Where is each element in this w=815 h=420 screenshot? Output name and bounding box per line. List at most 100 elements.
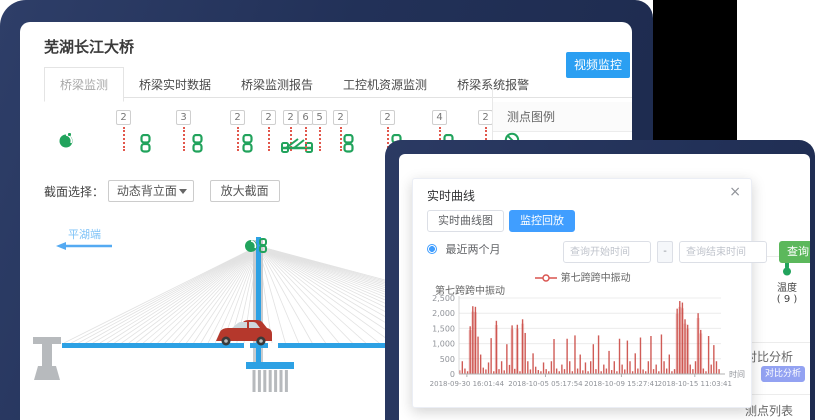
bar bbox=[637, 369, 638, 374]
query-end-input[interactable] bbox=[679, 241, 767, 263]
desktop: 芜湖长江大桥 桥梁监测桥梁实时数据桥梁监测报告工控机资源监测桥梁系统报警 视频监… bbox=[0, 0, 815, 420]
dialog-tab-0[interactable]: 实时曲线图 bbox=[427, 210, 504, 232]
bar bbox=[640, 338, 641, 374]
y-tick-label: 1,000 bbox=[432, 340, 455, 349]
close-icon[interactable]: × bbox=[729, 184, 741, 200]
bar bbox=[556, 369, 557, 374]
dialog-tab-1[interactable]: 监控回放 bbox=[509, 210, 575, 232]
bar bbox=[666, 369, 667, 374]
chain-icon[interactable] bbox=[343, 134, 354, 157]
compare-analysis-button[interactable]: 对比分析 bbox=[761, 366, 805, 382]
y-tick-label: 0 bbox=[450, 370, 455, 379]
query-row: 最近两个月 - 查询 bbox=[427, 241, 739, 263]
bar bbox=[535, 367, 536, 374]
bar bbox=[585, 362, 586, 374]
bar bbox=[593, 344, 594, 374]
legend-panel-title: 测点图例 bbox=[493, 102, 632, 132]
radio-label: 最近两个月 bbox=[446, 243, 501, 256]
bar bbox=[551, 361, 552, 374]
bar bbox=[522, 319, 523, 374]
sensor-count-badge: 2 bbox=[230, 110, 245, 125]
bar bbox=[517, 325, 518, 374]
bar bbox=[464, 369, 465, 374]
bar bbox=[679, 301, 680, 374]
popup-page: 测点图例 温度 ( 9 ) 对比分析 对比分析 测点列表 实时曲线 × 实时曲线… bbox=[399, 154, 810, 420]
section-controls: 截面选择： 动态背立面 放大截面 bbox=[44, 180, 280, 204]
legend-label: 第七跨跨中振动 bbox=[561, 273, 631, 284]
bar bbox=[656, 365, 657, 374]
bar bbox=[700, 330, 701, 374]
query-start-input[interactable] bbox=[563, 241, 651, 263]
temperature-count: ( 9 ) bbox=[765, 294, 809, 305]
bar bbox=[553, 339, 554, 374]
direction-arrow-head bbox=[56, 242, 66, 250]
tab-0[interactable]: 桥梁监测 bbox=[44, 67, 124, 102]
sensor-dash-line bbox=[319, 127, 321, 151]
point-list-header: 测点列表 bbox=[745, 398, 793, 420]
bar bbox=[511, 325, 512, 374]
bar bbox=[504, 370, 505, 374]
enlarge-section-button[interactable]: 放大截面 bbox=[210, 180, 280, 202]
temperature-legend[interactable]: 温度 ( 9 ) bbox=[765, 258, 809, 305]
bar bbox=[472, 306, 473, 374]
bar bbox=[569, 361, 570, 374]
bar bbox=[653, 369, 654, 374]
tab-1[interactable]: 桥梁实时数据 bbox=[124, 68, 226, 101]
bar bbox=[488, 362, 489, 374]
x-tick-label: 2018-10-05 05:17:54 bbox=[508, 380, 583, 388]
bar bbox=[619, 339, 620, 374]
bar bbox=[642, 369, 643, 374]
bar bbox=[501, 361, 502, 374]
bar bbox=[624, 369, 625, 374]
sensor-dash-line bbox=[237, 127, 239, 151]
bar bbox=[669, 355, 670, 374]
bar bbox=[648, 361, 649, 374]
y-tick-label: 500 bbox=[440, 355, 455, 364]
gauge-icon[interactable] bbox=[58, 132, 75, 153]
bar bbox=[496, 321, 497, 374]
bar bbox=[674, 369, 675, 374]
dialog-tabbar: 实时曲线图监控回放 bbox=[427, 209, 580, 231]
bar bbox=[629, 361, 630, 374]
bar bbox=[663, 361, 664, 374]
sensor-point[interactable]: 5 bbox=[312, 110, 327, 151]
bar bbox=[635, 353, 636, 374]
bar bbox=[708, 336, 709, 374]
page-title: 芜湖长江大桥 bbox=[44, 36, 134, 57]
legend-marker-icon bbox=[535, 274, 557, 282]
tab-2[interactable]: 桥梁监测报告 bbox=[226, 68, 328, 101]
sensor-count-badge: 5 bbox=[312, 110, 327, 125]
bar bbox=[682, 303, 683, 374]
bar bbox=[582, 370, 583, 374]
sensor-count-badge: 4 bbox=[432, 110, 447, 125]
foundation-cap bbox=[246, 362, 294, 369]
chain-icon[interactable] bbox=[140, 134, 151, 157]
sensor-point[interactable]: 3 bbox=[176, 110, 191, 151]
sensor-point[interactable]: 2 bbox=[261, 110, 276, 151]
bar bbox=[543, 362, 544, 374]
bar bbox=[690, 365, 691, 374]
chain-icon[interactable] bbox=[242, 134, 253, 157]
bar bbox=[480, 355, 481, 374]
bar bbox=[506, 344, 507, 374]
bar bbox=[661, 334, 662, 374]
chevron-down-icon bbox=[179, 189, 187, 194]
bar bbox=[595, 369, 596, 374]
x-axis-title: 时间 bbox=[729, 369, 745, 379]
section-select[interactable]: 动态背立面 bbox=[108, 180, 194, 202]
sensor-count-badge: 2 bbox=[380, 110, 395, 125]
query-button[interactable]: 查询 bbox=[779, 241, 810, 263]
sensor-point[interactable]: 6 bbox=[298, 110, 313, 151]
bar bbox=[469, 326, 470, 374]
sensor-point[interactable]: 2 bbox=[116, 110, 131, 151]
x-tick-label: 2018-10-15 11:03:41 bbox=[658, 380, 732, 388]
video-monitor-button[interactable]: 视频监控 bbox=[566, 52, 630, 78]
sensor-count-badge: 2 bbox=[333, 110, 348, 125]
radio-selected-icon[interactable] bbox=[427, 244, 437, 254]
bar bbox=[676, 309, 677, 374]
chain-icon[interactable] bbox=[192, 134, 203, 157]
tab-3[interactable]: 工控机资源监测 bbox=[328, 68, 442, 101]
sensor-count-badge: 2 bbox=[116, 110, 131, 125]
bar bbox=[527, 361, 528, 374]
range-separator: - bbox=[657, 241, 673, 263]
